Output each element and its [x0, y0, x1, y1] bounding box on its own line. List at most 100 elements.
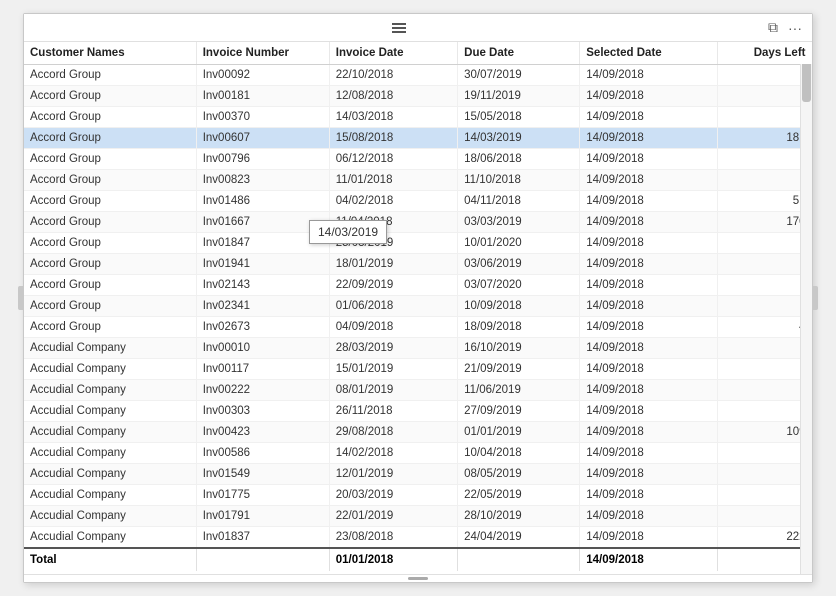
cell-due-date: 15/05/2018 — [458, 107, 580, 128]
cell-invoice-date: 22/10/2018 — [329, 65, 457, 86]
table-row[interactable]: Accord GroupInv0166711/04/201803/03/2019… — [24, 212, 812, 233]
cell-customer: Accord Group — [24, 212, 196, 233]
table-row[interactable]: Accudial CompanyInv0011715/01/201921/09/… — [24, 359, 812, 380]
cell-invoice-date: 28/03/2019 — [329, 338, 457, 359]
cell-selected-date: 14/09/2018 — [580, 86, 718, 107]
table-row[interactable]: Accudial CompanyInv0183723/08/201824/04/… — [24, 527, 812, 549]
expand-icon[interactable]: ⧉ — [766, 17, 780, 38]
cell-days-left: 181 — [718, 128, 812, 149]
cell-invoice-date: 18/01/2019 — [329, 254, 457, 275]
table-row[interactable]: Accord GroupInv0009222/10/201830/07/2019… — [24, 65, 812, 86]
col-header-invoice-number[interactable]: Invoice Number — [196, 42, 329, 65]
cell-days-left — [718, 86, 812, 107]
cell-selected-date: 14/09/2018 — [580, 275, 718, 296]
table-row[interactable]: Accord GroupInv0037014/03/201815/05/2018… — [24, 107, 812, 128]
cell-invoice-date: 04/09/2018 — [329, 317, 457, 338]
table-row[interactable]: Accord GroupInv0018112/08/201819/11/2019… — [24, 86, 812, 107]
cell-customer: Accord Group — [24, 275, 196, 296]
cell-due-date: 22/05/2019 — [458, 485, 580, 506]
left-resize-handle[interactable] — [18, 286, 24, 310]
table-row[interactable]: Accudial CompanyInv0154912/01/201908/05/… — [24, 464, 812, 485]
table-row[interactable]: Accudial CompanyInv0030326/11/201827/09/… — [24, 401, 812, 422]
cell-days-left: 4 — [718, 317, 812, 338]
table-row[interactable]: Accord GroupInv0194118/01/201903/06/2019… — [24, 254, 812, 275]
table-row[interactable]: Accord GroupInv0184725/03/201910/01/2020… — [24, 233, 812, 254]
cell-invoice-number: Inv01667 — [196, 212, 329, 233]
cell-selected-date: 14/09/2018 — [580, 464, 718, 485]
cell-selected-date: 14/09/2018 — [580, 212, 718, 233]
cell-invoice-number: Inv00010 — [196, 338, 329, 359]
cell-invoice-date: 06/12/2018 — [329, 149, 457, 170]
table-row[interactable]: Accord GroupInv0060715/08/201814/03/2019… — [24, 128, 812, 149]
cell-customer: Accudial Company — [24, 485, 196, 506]
cell-selected-date: 14/09/2018 — [580, 170, 718, 191]
cell-customer: Accord Group — [24, 128, 196, 149]
col-header-due-date[interactable]: Due Date — [458, 42, 580, 65]
cell-invoice-date: 14/03/2018 — [329, 107, 457, 128]
table-row[interactable]: Accord GroupInv0148604/02/201804/11/2018… — [24, 191, 812, 212]
cell-days-left — [718, 275, 812, 296]
table-row[interactable]: Accord GroupInv0267304/09/201818/09/2018… — [24, 317, 812, 338]
cell-customer: Accord Group — [24, 254, 196, 275]
table-header-row: Customer Names Invoice Number Invoice Da… — [24, 42, 812, 65]
cell-invoice-date: 14/02/2018 — [329, 443, 457, 464]
cell-selected-date: 14/09/2018 — [580, 149, 718, 170]
cell-selected-date: 14/09/2018 — [580, 359, 718, 380]
cell-days-left: 222 — [718, 527, 812, 549]
menu-icon[interactable] — [392, 23, 406, 33]
table-row[interactable]: Accudial CompanyInv0177520/03/201922/05/… — [24, 485, 812, 506]
cell-invoice-number: Inv01847 — [196, 233, 329, 254]
cell-invoice-number: Inv01791 — [196, 506, 329, 527]
table-row[interactable]: Accord GroupInv0079606/12/201818/06/2018… — [24, 149, 812, 170]
cell-due-date: 11/10/2018 — [458, 170, 580, 191]
scrollbar-track[interactable] — [800, 42, 812, 574]
cell-due-date: 30/07/2019 — [458, 65, 580, 86]
col-header-selected-date[interactable]: Selected Date — [580, 42, 718, 65]
table-row[interactable]: Accudial CompanyInv0042329/08/201801/01/… — [24, 422, 812, 443]
cell-customer: Accudial Company — [24, 464, 196, 485]
cell-days-left — [718, 359, 812, 380]
cell-selected-date: 14/09/2018 — [580, 296, 718, 317]
cell-customer: Accudial Company — [24, 422, 196, 443]
cell-selected-date: 14/09/2018 — [580, 233, 718, 254]
cell-due-date: 19/11/2019 — [458, 86, 580, 107]
cell-invoice-number: Inv02673 — [196, 317, 329, 338]
table-row[interactable]: Accord GroupInv0234101/06/201810/09/2018… — [24, 296, 812, 317]
cell-days-left — [718, 401, 812, 422]
col-header-days-left[interactable]: Days Left — [718, 42, 812, 65]
cell-selected-date: 14/09/2018 — [580, 401, 718, 422]
cell-due-date: 10/01/2020 — [458, 233, 580, 254]
cell-due-date: 21/09/2019 — [458, 359, 580, 380]
cell-selected-date: 14/09/2018 — [580, 527, 718, 549]
cell-days-left — [718, 107, 812, 128]
table-container[interactable]: Customer Names Invoice Number Invoice Da… — [24, 42, 812, 574]
table-row[interactable]: Accord GroupInv0082311/01/201811/10/2018… — [24, 170, 812, 191]
right-resize-handle[interactable] — [812, 286, 818, 310]
cell-due-date: 16/10/2019 — [458, 338, 580, 359]
cell-invoice-date: 12/01/2019 — [329, 464, 457, 485]
cell-days-left — [718, 170, 812, 191]
cell-customer: Accord Group — [24, 317, 196, 338]
table-row[interactable]: Accudial CompanyInv0179122/01/201928/10/… — [24, 506, 812, 527]
cell-days-left — [718, 380, 812, 401]
cell-selected-date: 14/09/2018 — [580, 506, 718, 527]
resize-handle-bottom[interactable] — [408, 577, 428, 580]
cell-selected-date: 14/09/2018 — [580, 485, 718, 506]
table-row[interactable]: Accudial CompanyInv0058614/02/201810/04/… — [24, 443, 812, 464]
main-window: ⧉ ··· Customer Names Invoice Number Invo… — [23, 13, 813, 583]
cell-invoice-date: 22/09/2019 — [329, 275, 457, 296]
table-body: Accord GroupInv0009222/10/201830/07/2019… — [24, 65, 812, 549]
cell-days-left: 109 — [718, 422, 812, 443]
col-header-customer[interactable]: Customer Names — [24, 42, 196, 65]
cell-customer: Accord Group — [24, 65, 196, 86]
more-options-icon[interactable]: ··· — [786, 18, 804, 38]
table-row[interactable]: Accudial CompanyInv0001028/03/201916/10/… — [24, 338, 812, 359]
cell-due-date: 03/06/2019 — [458, 254, 580, 275]
cell-customer: Accudial Company — [24, 443, 196, 464]
cell-days-left — [718, 485, 812, 506]
cell-invoice-date: 29/08/2018 — [329, 422, 457, 443]
table-row[interactable]: Accord GroupInv0214322/09/201903/07/2020… — [24, 275, 812, 296]
col-header-invoice-date[interactable]: Invoice Date — [329, 42, 457, 65]
cell-selected-date: 14/09/2018 — [580, 191, 718, 212]
table-row[interactable]: Accudial CompanyInv0022208/01/201911/06/… — [24, 380, 812, 401]
